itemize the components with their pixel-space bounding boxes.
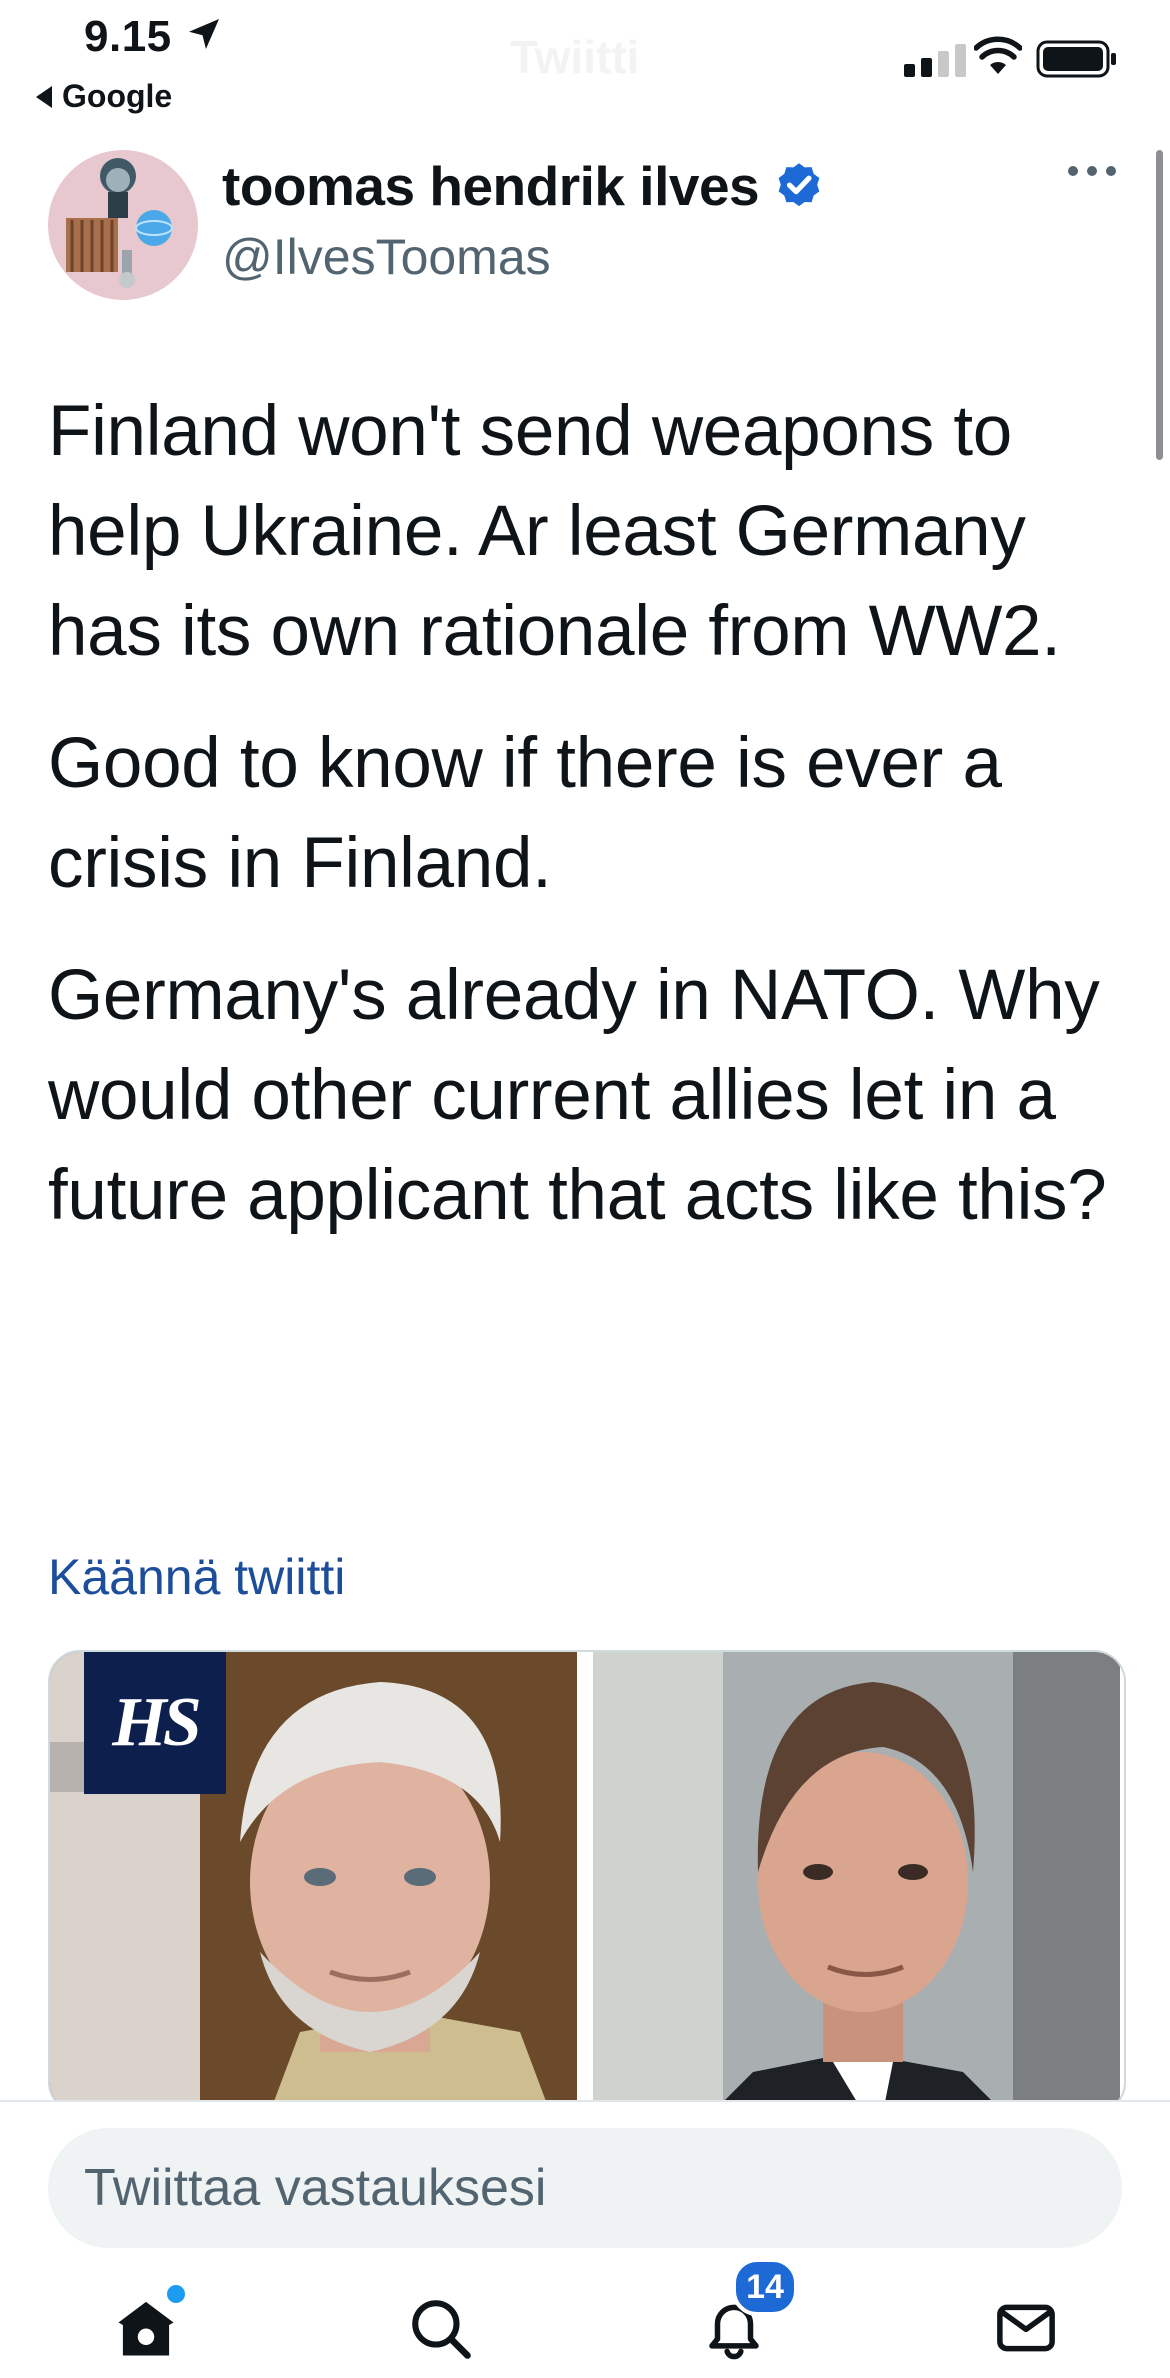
tweet-paragraph: Germany's already in NATO. Why would oth… [48, 956, 1107, 1235]
back-arrow-icon [36, 85, 52, 108]
tab-messages[interactable] [986, 2288, 1066, 2368]
home-new-dot [164, 2282, 188, 2306]
tab-bar: 14 [0, 2258, 1170, 2378]
author-handle[interactable]: @IlvesToomas [222, 228, 551, 286]
tweet-media[interactable]: HS [48, 1650, 1126, 2114]
battery-icon [1036, 40, 1116, 78]
tab-search[interactable] [400, 2288, 480, 2368]
tab-notifications[interactable]: 14 [694, 2258, 798, 2368]
translate-tweet-link[interactable]: Käännä twiitti [48, 1548, 345, 1606]
status-time: 9.15 [84, 12, 172, 61]
home-icon [118, 2301, 174, 2356]
scroll-indicator [1156, 150, 1163, 460]
tab-home[interactable] [106, 2282, 188, 2368]
back-to-app-button[interactable]: Google [36, 78, 172, 115]
media-photo-right[interactable] [593, 1652, 1120, 2112]
reply-input[interactable]: Twiittaa vastauksesi [48, 2128, 1122, 2248]
hs-logo-text: HS [112, 1684, 201, 1761]
status-bar: 9.15 Twiitti Google [0, 0, 1170, 120]
notifications-count-badge: 14 [732, 2258, 798, 2316]
location-arrow-icon [189, 19, 219, 49]
media-photo-left[interactable]: HS [50, 1652, 577, 2112]
tweet-text: Finland won't send weapons to help Ukrai… [48, 382, 1138, 1278]
messages-icon [997, 2304, 1055, 2352]
signal-icon [904, 44, 966, 77]
hs-logo: HS [84, 1652, 226, 1794]
search-icon [412, 2300, 471, 2359]
author-name-row[interactable]: toomas hendrik ilves [222, 154, 825, 218]
verified-icon [778, 163, 820, 207]
wifi-icon [974, 36, 1022, 74]
author-avatar[interactable] [48, 150, 198, 300]
reply-bar: Twiittaa vastauksesi 14 [0, 2100, 1170, 2378]
screen-title: Twiitti [510, 31, 640, 83]
back-app-label: Google [62, 78, 173, 114]
author-name[interactable]: toomas hendrik ilves [222, 154, 760, 218]
more-icon[interactable] [1068, 166, 1116, 176]
tweet-paragraph: Good to know if there is ever a crisis i… [48, 724, 1002, 903]
tweet-paragraph: Finland won't send weapons to help Ukrai… [48, 392, 1061, 671]
